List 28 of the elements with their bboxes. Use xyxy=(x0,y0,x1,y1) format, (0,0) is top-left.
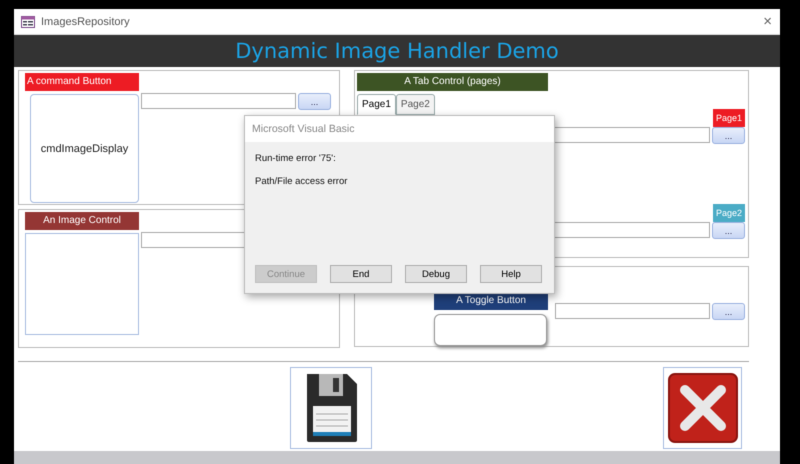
dialog-button[interactable]: Help xyxy=(480,265,542,283)
save-button[interactable] xyxy=(290,367,372,449)
path-field[interactable] xyxy=(555,303,710,319)
browse-button[interactable]: ... xyxy=(712,222,745,239)
close-button[interactable] xyxy=(663,367,742,449)
error-message: Path/File access error xyxy=(255,176,348,187)
browse-button[interactable]: ... xyxy=(298,93,331,110)
page-label: Page1 xyxy=(712,109,745,127)
close-icon xyxy=(666,372,738,444)
command-button[interactable]: cmdImageDisplay xyxy=(30,94,139,203)
section-label: An Image Control xyxy=(25,212,139,230)
form-icon xyxy=(21,16,35,28)
tab[interactable]: Page1 xyxy=(357,94,396,115)
close-button[interactable]: × xyxy=(763,14,772,29)
dialog-button[interactable]: Debug xyxy=(405,265,467,283)
path-field[interactable] xyxy=(141,93,296,109)
dialog-button[interactable]: End xyxy=(330,265,392,283)
window-title: ImagesRepository xyxy=(41,16,130,28)
browse-button[interactable]: ... xyxy=(712,127,745,144)
section-label: A command Button xyxy=(25,73,139,91)
dialog-title: Microsoft Visual Basic xyxy=(252,123,355,135)
page-label: Page2 xyxy=(712,204,745,222)
tab[interactable]: Page2 xyxy=(396,94,435,115)
form-heading: Dynamic Image Handler Demo xyxy=(235,39,559,63)
browse-button[interactable]: ... xyxy=(712,303,745,320)
toggle-button[interactable] xyxy=(434,314,547,346)
error-message: Run-time error '75': xyxy=(255,153,337,164)
section-label: A Tab Control (pages) xyxy=(357,73,548,91)
